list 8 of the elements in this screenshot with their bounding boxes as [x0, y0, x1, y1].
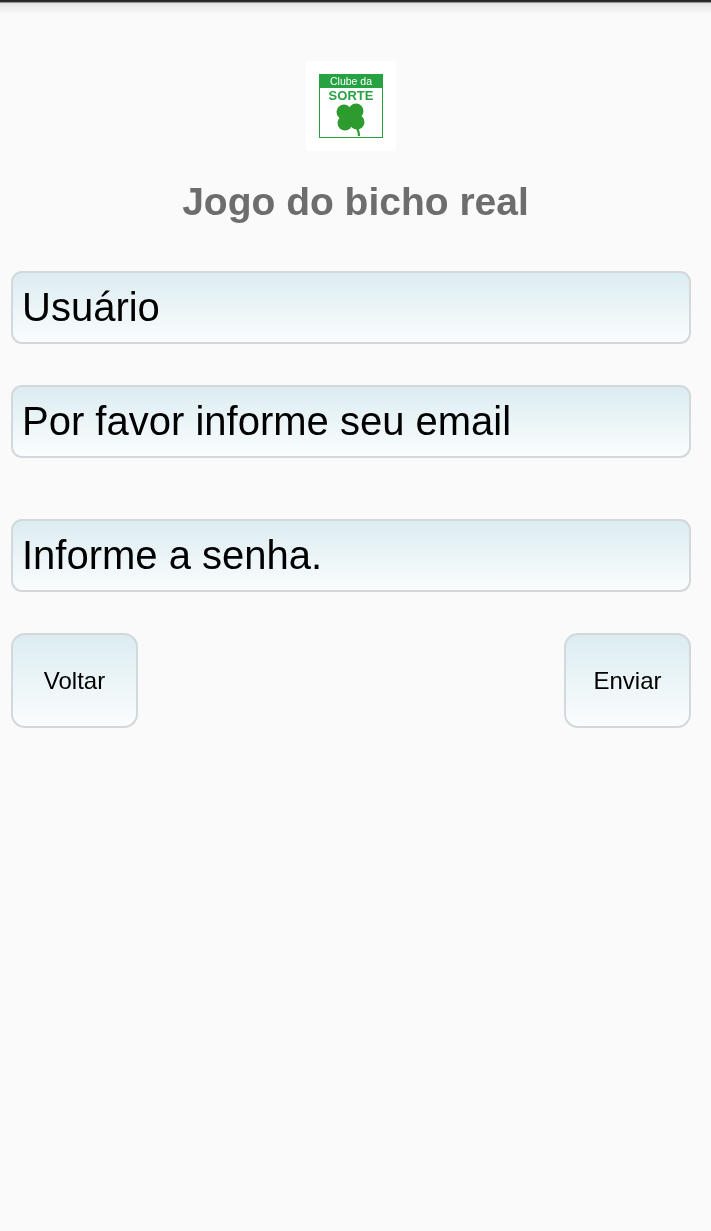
logo-text: Clube da: [320, 75, 382, 88]
send-button[interactable]: Enviar: [564, 633, 691, 728]
logo-text: SORTE: [328, 89, 374, 103]
app-title: Jogo do bicho real: [182, 179, 529, 225]
input-field[interactable]: Usuário: [11, 271, 691, 344]
input-field[interactable]: Informe a senha.: [11, 519, 691, 592]
input-field[interactable]: Por favor informe seu email: [11, 385, 691, 458]
back-button[interactable]: Voltar: [11, 633, 138, 728]
